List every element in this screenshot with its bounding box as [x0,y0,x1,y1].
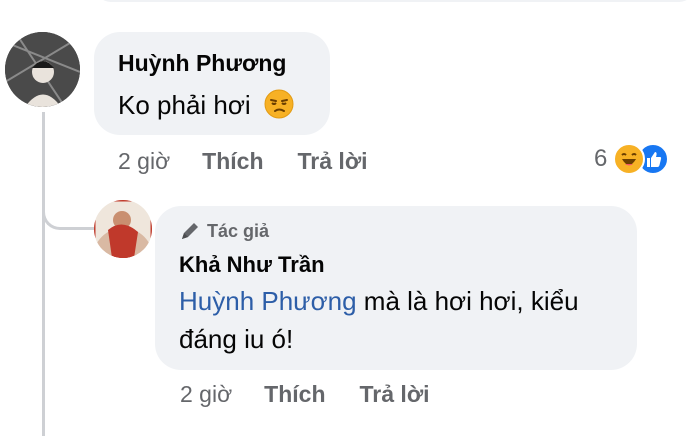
author-avatar[interactable] [94,200,152,258]
reply-time[interactable]: 2 giờ [180,381,232,408]
comment-time[interactable]: 2 giờ [118,148,170,175]
reply-like-button[interactable]: Thích [264,381,325,408]
unamused-emoji [264,89,294,119]
reaction-count: 6 [594,145,608,172]
pencil-icon [182,223,198,239]
reply-bubble: Tác giả Khả Như Trần Huỳnh Phương mà là … [155,206,637,370]
comment-bubble: Huỳnh Phương Ko phải hơi [94,32,330,135]
comment-text: Ko phải hơi [118,86,294,124]
avatar[interactable] [5,32,80,107]
comment-author[interactable]: Huỳnh Phương [118,50,286,77]
comment-actions: 2 giờ Thích Trả lời [118,148,368,175]
reply-button[interactable]: Trả lời [298,148,368,175]
reply-author[interactable]: Khả Như Trần [179,252,325,278]
author-badge: Tác giả [179,220,269,242]
reaction-summary[interactable]: 6 [594,143,670,175]
reply-reply-button[interactable]: Trả lời [360,381,430,408]
reply-text-line1: mà là hơi hơi, kiểu [356,286,579,316]
thread-line [42,112,45,436]
author-avatar-photo [94,200,152,258]
reply-text-line2: đáng iu ó! [179,324,294,354]
avatar-photo [5,32,80,107]
comment-text-body: Ko phải hơi [118,90,251,120]
like-button[interactable]: Thích [202,148,263,175]
reply-text: Huỳnh Phương mà là hơi hơi, kiểu đáng iu… [179,282,619,358]
reply-actions: 2 giờ Thích Trả lời [180,381,430,408]
previous-comment-bubble [95,0,695,2]
haha-icon [613,143,646,175]
mention-link[interactable]: Huỳnh Phương [179,286,357,316]
thread-connector [42,190,94,230]
author-badge-label: Tác giả [207,220,270,241]
